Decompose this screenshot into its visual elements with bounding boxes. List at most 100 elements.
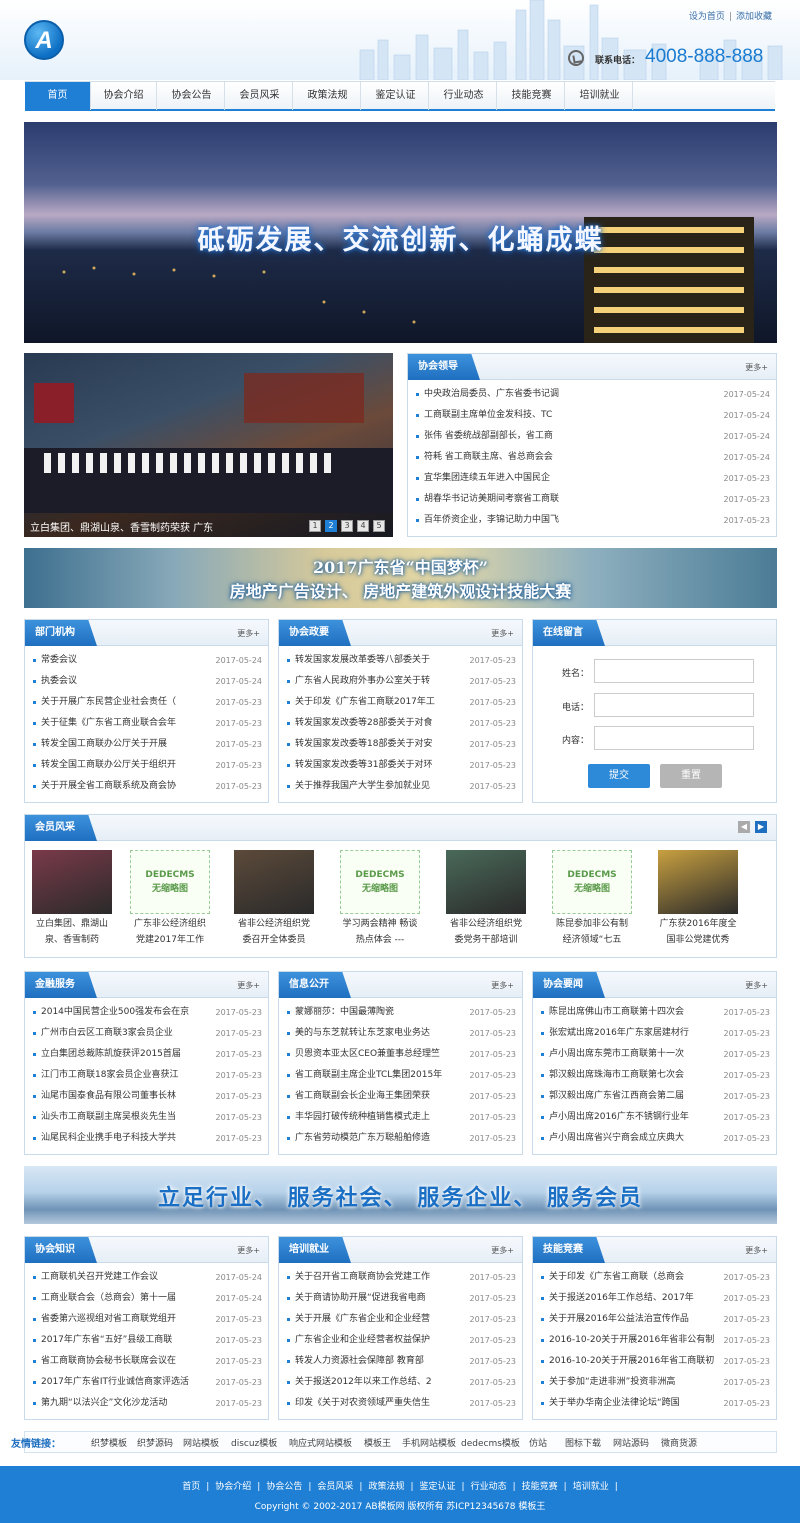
list-item[interactable]: 转发国家发改委等31部委关于对环 2017-05-23 [279,755,522,776]
list-item[interactable]: 2016-10-20关于开展2016年省非公有制 2017-05-23 [533,1330,776,1351]
list-item-title[interactable]: 汕头市工商联副主席吴根炎先生当 [41,1107,211,1128]
nav-item-notice[interactable]: 协会公告 [159,82,225,110]
name-input[interactable] [594,659,754,683]
list-item-title[interactable]: 关于开展2016年公益法治宣传作品 [549,1309,719,1330]
list-item[interactable]: 宜华集团连续五年进入中国民企 2017-05-23 [408,468,776,489]
more-link[interactable]: 更多+ [491,628,514,639]
list-item-title[interactable]: 郭汉毅出席广东省江西商会第二届 [549,1086,719,1107]
list-item[interactable]: 2014中国民营企业500强发布会在京 2017-05-23 [25,1002,268,1023]
list-item[interactable]: 关于推荐我国产大学生参加就业见 2017-05-23 [279,776,522,797]
nav-item-policy[interactable]: 政策法规 [295,82,361,110]
friend-link[interactable]: 仿站 [529,1436,547,1449]
list-item[interactable]: 郭汉毅出席珠海市工商联第七次会 2017-05-23 [533,1065,776,1086]
footer-nav-item[interactable]: 会员风采 [317,1482,353,1492]
list-item-title[interactable]: 汕尾市国泰食品有限公司董事长林 [41,1086,211,1107]
list-item[interactable]: 蒙娜丽莎：中国最薄陶瓷 2017-05-23 [279,1002,522,1023]
reset-button[interactable]: 重置 [660,764,722,788]
nav-item-industry[interactable]: 行业动态 [431,82,497,110]
list-item[interactable]: 执委会议 2017-05-24 [25,671,268,692]
member-caption[interactable]: 广东获2016年度全国非公党建优秀 [658,916,738,948]
submit-button[interactable]: 提交 [588,764,650,788]
list-item[interactable]: 转发国家发展改革委等八部委关于 2017-05-23 [279,650,522,671]
list-item-title[interactable]: 2016-10-20关于开展2016年省非公有制 [549,1330,719,1351]
nav-item-certification[interactable]: 鉴定认证 [363,82,429,110]
list-item-title[interactable]: 蒙娜丽莎：中国最薄陶瓷 [295,1002,465,1023]
contest-banner[interactable]: 2017广东省“中国梦杯” 房地产广告设计、 房地产建筑外观设计技能大赛 [24,548,777,608]
friend-link[interactable]: 微商货源 [661,1436,697,1449]
phone-input[interactable] [594,693,754,717]
list-item-title[interactable]: 江门市工商联18家会员企业喜获江 [41,1065,211,1086]
list-item[interactable]: 关于征集《广东省工商业联合会年 2017-05-23 [25,713,268,734]
list-item[interactable]: 胡春华书记访美期间考察省工商联 2017-05-23 [408,489,776,510]
list-item-title[interactable]: 2017年广东省IT行业诚信商家评选活 [41,1372,211,1393]
more-link[interactable]: 更多+ [237,980,260,991]
list-item-title[interactable]: 常委会议 [41,650,211,671]
friend-link[interactable]: 网站模板 [183,1436,219,1449]
more-link[interactable]: 更多+ [745,362,768,373]
list-item[interactable]: 关于印发《广东省工商联（总商会 2017-05-23 [533,1267,776,1288]
list-item[interactable]: 广州市白云区工商联3家会员企业 2017-05-23 [25,1023,268,1044]
list-item-title[interactable]: 关于报送2012年以来工作总结、2 [295,1372,465,1393]
list-item[interactable]: 工商联副主席单位金发科技、TC 2017-05-24 [408,405,776,426]
list-item-title[interactable]: 卢小周出席省兴宁商会成立庆典大 [549,1128,719,1149]
list-item-title[interactable]: 汕尾民科企业携手电子科技大学共 [41,1128,211,1149]
list-item-title[interactable]: 关于开展全省工商联系统及商会协 [41,776,211,797]
list-item[interactable]: 美的与东芝就转让东芝家电业务达 2017-05-23 [279,1023,522,1044]
list-item[interactable]: 广东省人民政府外事办公室关于转 2017-05-23 [279,671,522,692]
list-item-title[interactable]: 关于开展广东民营企业社会责任（ [41,692,211,713]
friend-link[interactable]: dedecms模板 [461,1436,520,1449]
member-card[interactable]: 省非公经济组织党委召开全体委员 [234,850,314,948]
list-item[interactable]: 省工商联商协会秘书长联席会议在 2017-05-23 [25,1351,268,1372]
list-item-title[interactable]: 郭汉毅出席珠海市工商联第七次会 [549,1065,719,1086]
list-item[interactable]: 卢小周出席省兴宁商会成立庆典大 2017-05-23 [533,1128,776,1149]
member-card[interactable]: 广东获2016年度全国非公党建优秀 [658,850,738,948]
slider-page-2[interactable]: 2 [325,520,337,532]
list-item-title[interactable]: 2016-10-20关于开展2016年省工商联初 [549,1351,719,1372]
list-item[interactable]: 卢小周出席2016广东不锈钢行业年 2017-05-23 [533,1107,776,1128]
list-item-title[interactable]: 丰华园打破传统种植销售模式走上 [295,1107,465,1128]
list-item[interactable]: 关于商请协助开展“促进我省电商 2017-05-23 [279,1288,522,1309]
list-item-title[interactable]: 胡春华书记访美期间考察省工商联 [424,489,594,510]
slider-page-3[interactable]: 3 [341,520,353,532]
list-item-title[interactable]: 关于商请协助开展“促进我省电商 [295,1288,465,1309]
list-item-title[interactable]: 百年侨资企业，李锦记助力中国飞 [424,510,594,531]
friend-link[interactable]: 响应式网站模板 [289,1436,352,1449]
list-item[interactable]: 汕尾民科企业携手电子科技大学共 2017-05-23 [25,1128,268,1149]
list-item-title[interactable]: 张伟 省委统战部副部长，省工商 [424,426,594,447]
member-caption[interactable]: 省非公经济组织党委党务干部培训 [446,916,526,948]
list-item-title[interactable]: 宜华集团连续五年进入中国民企 [424,468,594,489]
friend-link[interactable]: 网站源码 [613,1436,649,1449]
list-item-title[interactable]: 关于印发《广东省工商联2017年工 [295,692,465,713]
list-item-title[interactable]: 张宏斌出席2016年广东家居建材行 [549,1023,719,1044]
list-item-title[interactable]: 转发全国工商联办公厅关于组织开 [41,755,211,776]
list-item[interactable]: 关于开展2016年公益法治宣传作品 2017-05-23 [533,1309,776,1330]
more-link[interactable]: 更多+ [491,980,514,991]
list-item-title[interactable]: 省工商联商协会秘书长联席会议在 [41,1351,211,1372]
list-item[interactable]: 关于印发《广东省工商联2017年工 2017-05-23 [279,692,522,713]
list-item[interactable]: 关于开展《广东省企业和企业经营 2017-05-23 [279,1309,522,1330]
next-arrow-icon[interactable]: ▶ [755,821,767,833]
list-item[interactable]: 转发国家发改委等28部委关于对食 2017-05-23 [279,713,522,734]
list-item[interactable]: 关于开展广东民营企业社会责任（ 2017-05-23 [25,692,268,713]
more-link[interactable]: 更多+ [745,1245,768,1256]
list-item[interactable]: 张伟 省委统战部副部长，省工商 2017-05-24 [408,426,776,447]
list-item[interactable]: 立白集团总裁陈凯旋获评2015首届 2017-05-23 [25,1044,268,1065]
list-item-title[interactable]: 省委第六巡视组对省工商联党组开 [41,1309,211,1330]
list-item[interactable]: 郭汉毅出席广东省江西商会第二届 2017-05-23 [533,1086,776,1107]
list-item[interactable]: 第九期“以法兴企”文化沙龙活动 2017-05-23 [25,1393,268,1414]
more-link[interactable]: 更多+ [491,1245,514,1256]
friend-link[interactable]: 织梦源码 [137,1436,173,1449]
list-item[interactable]: 2017年广东省IT行业诚信商家评选活 2017-05-23 [25,1372,268,1393]
list-item[interactable]: 关于开展全省工商联系统及商会协 2017-05-23 [25,776,268,797]
friend-link[interactable]: 模板王 [364,1436,391,1449]
list-item[interactable]: 省工商联副主席企业TCL集团2015年 2017-05-23 [279,1065,522,1086]
list-item-title[interactable]: 执委会议 [41,671,211,692]
list-item-title[interactable]: 转发国家发展改革委等八部委关于 [295,650,465,671]
list-item-title[interactable]: 关于开展《广东省企业和企业经营 [295,1309,465,1330]
more-link[interactable]: 更多+ [237,1245,260,1256]
nav-item-about[interactable]: 协会介绍 [91,82,157,110]
list-item-title[interactable]: 关于印发《广东省工商联（总商会 [549,1267,719,1288]
friend-link[interactable]: 手机网站模板 [402,1436,456,1449]
list-item-title[interactable]: 关于报送2016年工作总结、2017年 [549,1288,719,1309]
news-slider[interactable]: 立白集团、鼎湖山泉、香雪制药荣获 广东 1 2 3 4 5 [24,353,393,537]
